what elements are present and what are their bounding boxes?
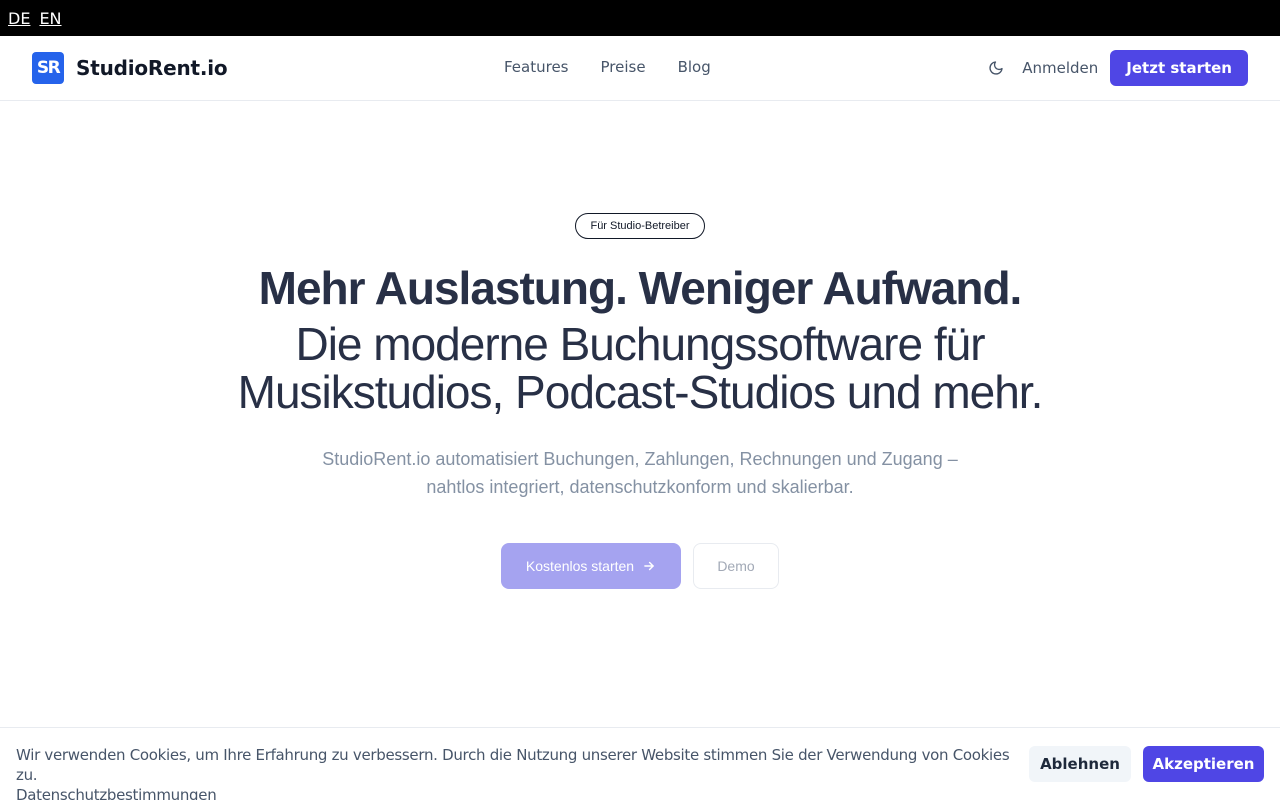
logo-icon: SR <box>32 52 64 84</box>
hero-lead-line-1: StudioRent.io automatisiert Buchungen, Z… <box>322 449 958 469</box>
privacy-policy-link[interactable]: Datenschutzbestimmungen <box>16 786 217 800</box>
cookie-actions: Ablehnen Akzeptieren <box>1029 746 1264 782</box>
hero-lead: StudioRent.io automatisiert Buchungen, Z… <box>0 445 1280 501</box>
site-header: SR StudioRent.io Features Preise Blog An… <box>0 36 1280 101</box>
cookie-message: Wir verwenden Cookies, um Ihre Erfahrung… <box>16 745 1016 800</box>
nav-item-features[interactable]: Features <box>504 58 569 76</box>
get-started-button[interactable]: Jetzt starten <box>1110 50 1248 86</box>
audience-badge: Für Studio-Betreiber <box>575 213 705 239</box>
start-free-label: Kostenlos starten <box>525 558 635 574</box>
hero-title-line-2: Die moderne Buchungssoftware für <box>295 318 985 370</box>
nav-item-blog[interactable]: Blog <box>678 58 711 76</box>
lang-en-link[interactable]: EN <box>39 9 61 28</box>
cookie-banner: Wir verwenden Cookies, um Ihre Erfahrung… <box>0 727 1280 800</box>
nav-item-preise[interactable]: Preise <box>601 58 646 76</box>
hero-title-line-1: Mehr Auslastung. Weniger Aufwand. <box>258 262 1023 314</box>
hero-cta-row: Kostenlos starten Demo <box>501 543 779 589</box>
signin-link[interactable]: Anmelden <box>1022 59 1098 77</box>
decline-cookies-button[interactable]: Ablehnen <box>1029 746 1131 782</box>
start-free-button[interactable]: Kostenlos starten <box>501 543 681 589</box>
brand-name: StudioRent.io <box>76 56 228 80</box>
arrow-right-icon <box>644 561 654 571</box>
cookie-text: Wir verwenden Cookies, um Ihre Erfahrung… <box>16 746 1010 784</box>
theme-toggle-button[interactable] <box>984 56 1008 80</box>
header-actions: Anmelden Jetzt starten <box>984 50 1248 86</box>
moon-icon <box>989 61 1003 75</box>
brand-link[interactable]: SR StudioRent.io <box>32 52 228 84</box>
hero-title-line-3: Musikstudios, Podcast-Studios und mehr. <box>237 366 1044 418</box>
main-nav: Features Preise Blog <box>504 58 711 76</box>
accept-cookies-button[interactable]: Akzeptieren <box>1143 746 1264 782</box>
demo-button[interactable]: Demo <box>693 543 779 589</box>
hero-lead-line-2: nahtlos integriert, datenschutzkonform u… <box>426 477 854 497</box>
lang-de-link[interactable]: DE <box>8 9 30 28</box>
language-bar: DE EN <box>0 0 1280 36</box>
